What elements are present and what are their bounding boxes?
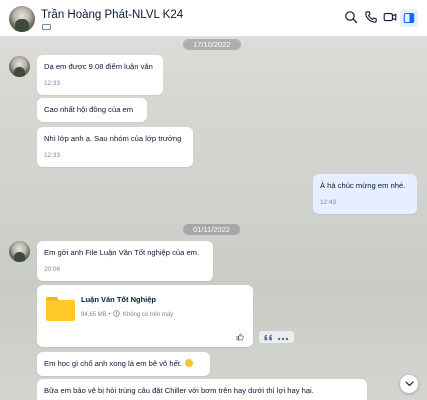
tag-icon[interactable] [42,24,51,30]
video-icon[interactable] [383,10,397,24]
message-text: À hả chúc mừng em nhé. [320,181,406,190]
thumbs-up-icon [236,333,244,340]
file-meta: 84.65 MB • Không có trên máy [81,310,173,319]
file-status: Không có trên máy [122,312,174,318]
message-bubble[interactable]: Dạ em được 9.08 điểm luận văn 12:33 [37,55,163,95]
chat-title[interactable]: Trần Hoàng Phát-NLVL K24 [41,9,183,21]
more-options-icon[interactable] [277,328,289,346]
avatar[interactable] [9,56,30,77]
avatar[interactable] [9,241,30,262]
message-content: Em học gì chổ anh xong là em bê vô hết. [44,359,183,368]
file-name: Luận Văn Tốt Nghiệp [81,295,156,304]
message-bubble[interactable]: Bữa em bảo vệ bị hỏi trùng câu đặt Chill… [37,379,367,400]
scroll-to-bottom-button[interactable] [400,375,418,393]
quote-icon[interactable] [264,328,273,346]
date-separator: 01/11/2022 [183,224,240,235]
phone-icon[interactable] [364,10,378,24]
sidebar-toggle-icon[interactable] [400,9,418,27]
cloud-icon [113,310,120,319]
emoji-icon [185,359,194,367]
message-text: Em gởi anh File Luận Văn Tốt nghiệp của … [44,248,200,257]
chat-header: Trần Hoàng Phát-NLVL K24 [0,0,427,37]
chevron-down-icon [404,381,414,387]
message-bubble[interactable]: Nhì lớp anh ạ. Sau nhóm của lớp trưởng 1… [37,127,193,167]
message-time: 12:33 [44,152,60,159]
message-bubble[interactable]: Em học gì chổ anh xong là em bê vô hết. [37,352,210,376]
message-actions [259,331,294,343]
message-bubble[interactable]: À hả chúc mừng em nhé. 12:43 [313,174,417,214]
file-attachment[interactable]: Luận Văn Tốt Nghiệp 84.65 MB • Không có … [37,285,253,347]
message-text: Cao nhất hội đồng của em [44,105,134,114]
message-text: Bữa em bảo vệ bị hỏi trùng câu đặt Chill… [44,386,314,395]
message-bubble[interactable]: Cao nhất hội đồng của em [37,98,147,122]
avatar[interactable] [9,6,35,32]
message-time: 12:43 [320,199,336,206]
folder-icon [46,297,75,321]
like-button[interactable] [233,330,246,343]
search-icon[interactable] [344,10,358,24]
message-text: Em học gì chổ anh xong là em bê vô hết. [44,359,194,368]
message-time: 12:33 [44,80,60,87]
message-text: Nhì lớp anh ạ. Sau nhóm của lớp trưởng [44,134,182,143]
file-size: 84.65 MB [81,312,107,318]
meta-separator: • [108,312,111,318]
date-separator: 17/10/2022 [183,39,241,50]
message-time: 20:06 [44,266,60,273]
message-bubble[interactable]: Em gởi anh File Luận Văn Tốt nghiệp của … [37,241,213,281]
message-text: Dạ em được 9.08 điểm luận văn [44,62,153,71]
